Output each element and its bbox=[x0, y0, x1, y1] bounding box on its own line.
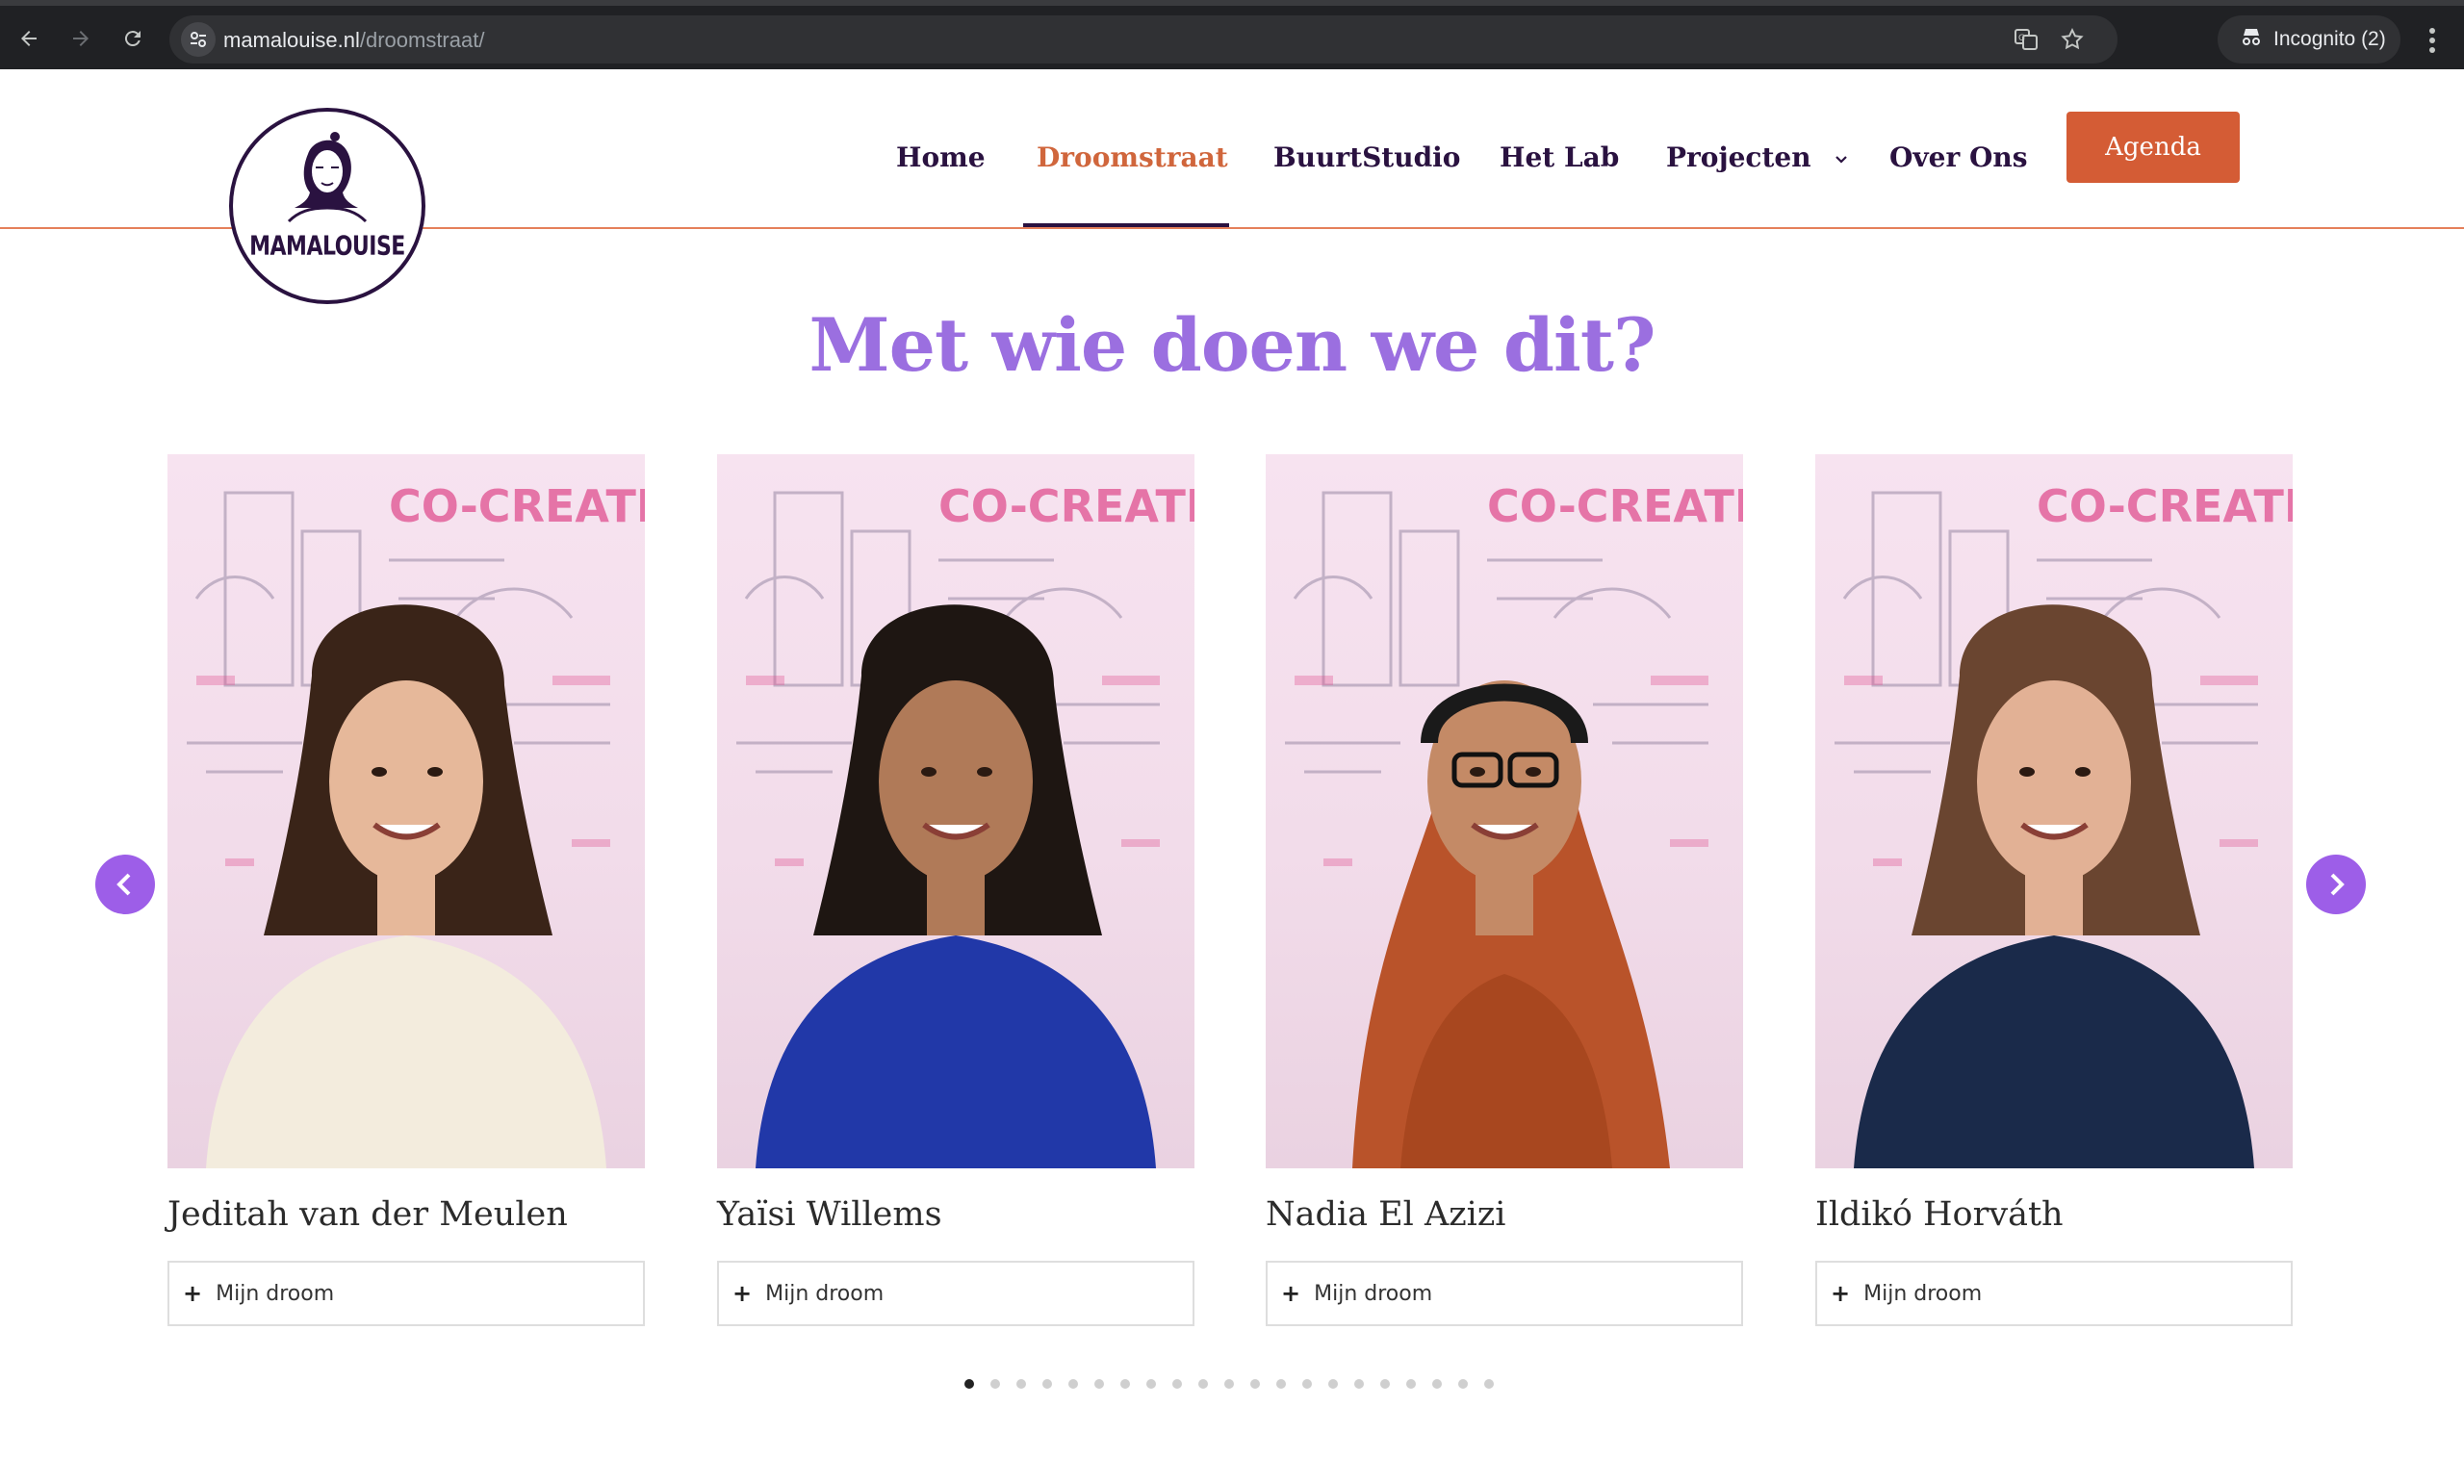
carousel-dot[interactable] bbox=[1406, 1379, 1416, 1389]
dream-toggle-label: Mijn droom bbox=[765, 1281, 885, 1306]
person-card: CO-CREATE Ildikó Horváth + Mijn droom bbox=[1815, 454, 2293, 1326]
carousel-dot[interactable] bbox=[1380, 1379, 1390, 1389]
carousel-dot[interactable] bbox=[1302, 1379, 1312, 1389]
person-card: CO-CREATE Nadia El Azizi + Mijn droom bbox=[1266, 454, 1743, 1326]
plus-icon: + bbox=[1281, 1280, 1301, 1307]
incognito-badge[interactable]: Incognito (2) bbox=[2218, 15, 2400, 64]
carousel-dot[interactable] bbox=[1224, 1379, 1234, 1389]
person-photo: CO-CREATE bbox=[1266, 454, 1743, 1168]
portrait-image: CO-CREATE bbox=[187, 480, 645, 1168]
carousel-dot[interactable] bbox=[964, 1379, 974, 1389]
carousel-dot[interactable] bbox=[1250, 1379, 1260, 1389]
carousel-dot[interactable] bbox=[1328, 1379, 1338, 1389]
dream-toggle-button[interactable]: + Mijn droom bbox=[1266, 1261, 1743, 1326]
carousel-dot[interactable] bbox=[1172, 1379, 1182, 1389]
site-info-icon[interactable] bbox=[181, 22, 216, 57]
person-name: Yaïsi Willems bbox=[717, 1195, 942, 1234]
person-name: Ildikó Horváth bbox=[1815, 1195, 2064, 1234]
web-page: MAMALOUISE Home Droomstraat BuurtStudio … bbox=[0, 69, 2464, 1484]
forward-icon[interactable] bbox=[62, 19, 100, 58]
browser-menu-icon[interactable] bbox=[2418, 23, 2447, 58]
carousel-dot[interactable] bbox=[1120, 1379, 1130, 1389]
carousel-dot[interactable] bbox=[1458, 1379, 1468, 1389]
portrait-image: CO-CREATE bbox=[736, 480, 1194, 1168]
person-name: Jeditah van der Meulen bbox=[167, 1195, 568, 1234]
svg-text:CO-CREATE: CO-CREATE bbox=[938, 480, 1194, 532]
svg-text:CO-CREATE: CO-CREATE bbox=[2037, 480, 2293, 532]
svg-text:G: G bbox=[2018, 34, 2025, 43]
incognito-label: Incognito (2) bbox=[2273, 28, 2386, 50]
plus-icon: + bbox=[732, 1280, 753, 1307]
dream-toggle-button[interactable]: + Mijn droom bbox=[717, 1261, 1194, 1326]
person-card: CO-CREATE Jeditah van der Meulen + Mijn … bbox=[167, 454, 645, 1326]
carousel-next-button[interactable] bbox=[2306, 855, 2366, 914]
bookmark-star-icon[interactable] bbox=[2060, 27, 2085, 52]
carousel-dot[interactable] bbox=[1276, 1379, 1286, 1389]
plus-icon: + bbox=[183, 1280, 203, 1307]
portrait-image: CO-CREATE bbox=[1285, 480, 1743, 1168]
dream-toggle-button[interactable]: + Mijn droom bbox=[167, 1261, 645, 1326]
portrait-image: CO-CREATE bbox=[1835, 480, 2293, 1168]
carousel-dot[interactable] bbox=[1354, 1379, 1364, 1389]
carousel-dot[interactable] bbox=[1146, 1379, 1156, 1389]
person-photo: CO-CREATE bbox=[717, 454, 1194, 1168]
carousel-dot[interactable] bbox=[1198, 1379, 1208, 1389]
back-icon[interactable] bbox=[10, 19, 48, 58]
svg-text:CO-CREATE: CO-CREATE bbox=[1487, 480, 1743, 532]
carousel-dot[interactable] bbox=[1068, 1379, 1078, 1389]
person-card: CO-CREATE Yaïsi Willems + Mijn droom bbox=[717, 454, 1194, 1326]
person-photo: CO-CREATE bbox=[1815, 454, 2293, 1168]
chevron-right-icon bbox=[2330, 873, 2345, 896]
person-name: Nadia El Azizi bbox=[1266, 1195, 1506, 1234]
carousel-dot[interactable] bbox=[990, 1379, 1000, 1389]
dream-toggle-button[interactable]: + Mijn droom bbox=[1815, 1261, 2293, 1326]
plus-icon: + bbox=[1831, 1280, 1851, 1307]
carousel-dot[interactable] bbox=[1042, 1379, 1052, 1389]
carousel-dot[interactable] bbox=[1432, 1379, 1442, 1389]
carousel-pagination bbox=[964, 1376, 1494, 1392]
carousel-dot[interactable] bbox=[1484, 1379, 1494, 1389]
chevron-left-icon bbox=[116, 873, 131, 896]
dream-toggle-label: Mijn droom bbox=[1863, 1281, 1983, 1306]
people-carousel: CO-CREATE Jeditah van der Meulen + Mijn … bbox=[0, 69, 2464, 1484]
reload-icon[interactable] bbox=[114, 19, 152, 58]
dream-toggle-label: Mijn droom bbox=[1314, 1281, 1433, 1306]
person-photo: CO-CREATE bbox=[167, 454, 645, 1168]
translate-icon[interactable]: G bbox=[2014, 27, 2039, 52]
carousel-dot[interactable] bbox=[1016, 1379, 1026, 1389]
url-text: mamalouise.nl/droomstraat/ bbox=[223, 28, 485, 52]
incognito-icon bbox=[2241, 27, 2262, 52]
browser-toolbar: mamalouise.nl/droomstraat/ G Incognito (… bbox=[0, 0, 2464, 69]
carousel-dot[interactable] bbox=[1094, 1379, 1104, 1389]
svg-text:CO-CREATE: CO-CREATE bbox=[389, 480, 645, 532]
carousel-prev-button[interactable] bbox=[95, 855, 155, 914]
address-bar[interactable]: mamalouise.nl/droomstraat/ G bbox=[169, 15, 2118, 64]
dream-toggle-label: Mijn droom bbox=[216, 1281, 335, 1306]
